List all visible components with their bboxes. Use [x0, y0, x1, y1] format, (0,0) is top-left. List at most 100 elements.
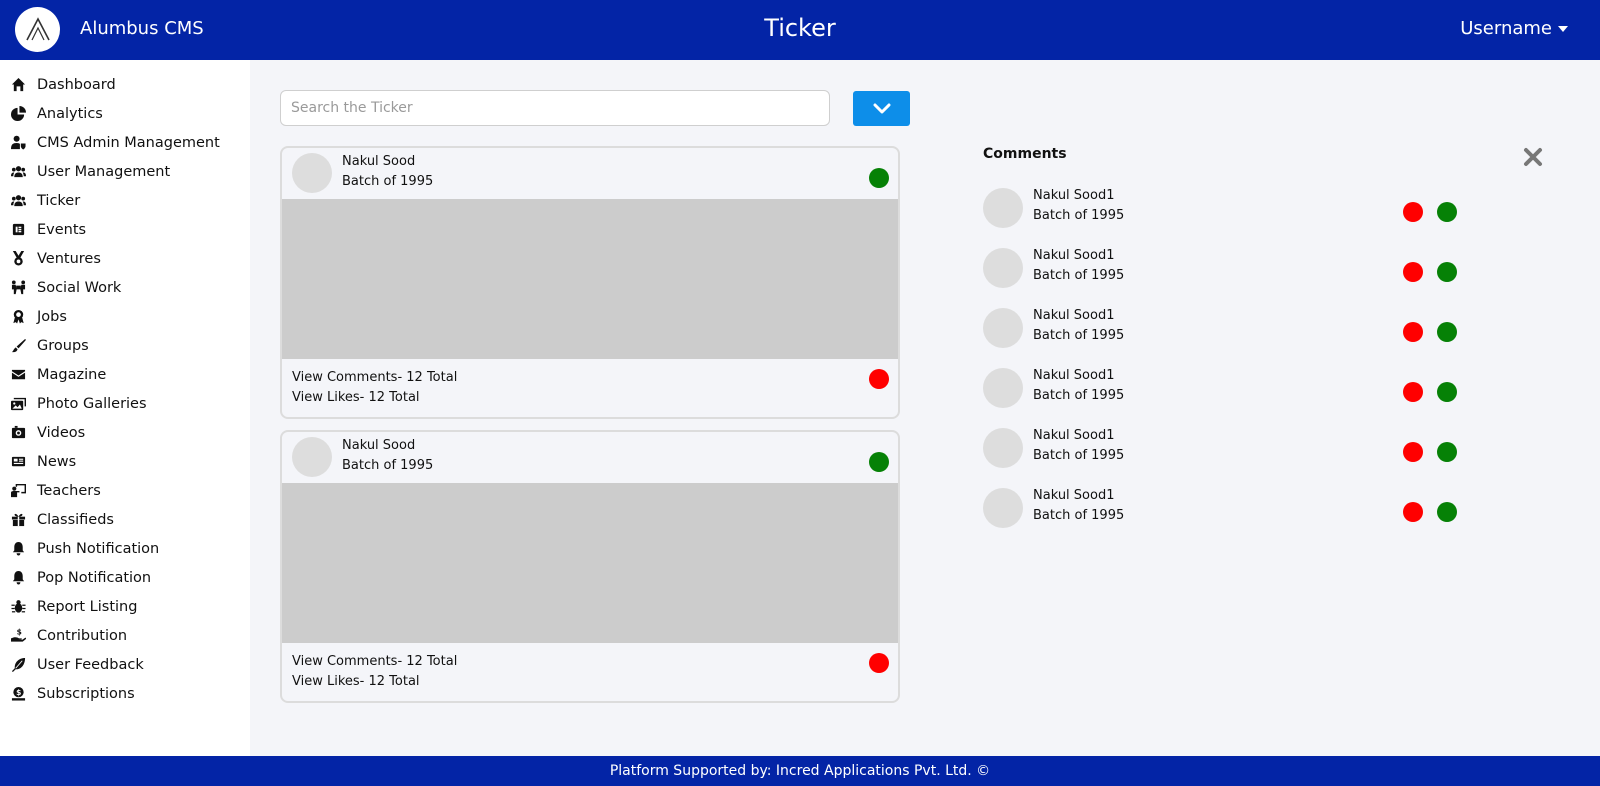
reject-comment-button[interactable]	[1403, 202, 1423, 222]
envelope-icon	[10, 366, 27, 383]
sidebar-item-jobs[interactable]: Jobs	[0, 302, 250, 331]
sidebar-item-label: Photo Galleries	[37, 395, 147, 412]
sidebar-item-events[interactable]: Events	[0, 215, 250, 244]
sidebar-item-analytics[interactable]: Analytics	[0, 99, 250, 128]
sidebar-item-pop-notification[interactable]: Pop Notification	[0, 563, 250, 592]
sidebar-item-subscriptions[interactable]: $ Subscriptions	[0, 679, 250, 708]
comments-panel-title: Comments	[983, 146, 1067, 162]
comment-item: Nakul Sood1 Batch of 1995	[983, 308, 1463, 352]
approve-comment-button[interactable]	[1437, 262, 1457, 282]
users-icon	[10, 192, 27, 209]
sidebar-item-magazine[interactable]: Magazine	[0, 360, 250, 389]
feather-icon	[10, 656, 27, 673]
comment-author-name: Nakul Sood1	[1033, 308, 1115, 323]
sidebar-item-social-work[interactable]: Social Work	[0, 273, 250, 302]
reject-comment-button[interactable]	[1403, 382, 1423, 402]
award-icon	[10, 308, 27, 325]
bell-icon	[10, 540, 27, 557]
close-icon	[1524, 148, 1542, 166]
avatar	[292, 437, 332, 477]
sidebar-item-videos[interactable]: Videos	[0, 418, 250, 447]
footer-text: Platform Supported by: Incred Applicatio…	[609, 763, 991, 779]
calendar-icon	[10, 221, 27, 238]
sidebar-item-ticker[interactable]: Ticker	[0, 186, 250, 215]
comment-author-batch: Batch of 1995	[1033, 448, 1125, 463]
search-input[interactable]	[280, 90, 830, 126]
approve-comment-button[interactable]	[1437, 442, 1457, 462]
approve-comment-button[interactable]	[1437, 202, 1457, 222]
comment-author-batch: Batch of 1995	[1033, 268, 1125, 283]
sidebar-item-contribution[interactable]: $ Contribution	[0, 621, 250, 650]
view-likes-link[interactable]: View Likes- 12 Total	[292, 390, 420, 405]
hand-holding-usd-icon: $	[10, 627, 27, 644]
svg-text:$: $	[16, 688, 21, 697]
pie-chart-icon	[10, 105, 27, 122]
users-icon	[10, 163, 27, 180]
logo-mark-icon	[25, 16, 50, 40]
avatar	[983, 428, 1023, 468]
sidebar-item-dashboard[interactable]: Dashboard	[0, 70, 250, 99]
sidebar-item-label: Teachers	[37, 482, 101, 499]
approve-comment-button[interactable]	[1437, 502, 1457, 522]
comment-author-name: Nakul Sood1	[1033, 488, 1115, 503]
user-menu[interactable]: Username	[1460, 18, 1568, 39]
sidebar-item-label: Report Listing	[37, 598, 138, 615]
sidebar-item-label: Ticker	[37, 192, 81, 209]
sidebar-item-report-listing[interactable]: Report Listing	[0, 592, 250, 621]
approve-comment-button[interactable]	[1437, 322, 1457, 342]
sidebar-item-user-management[interactable]: User Management	[0, 157, 250, 186]
post-author-name: Nakul Sood	[342, 154, 416, 169]
post-header: Nakul Sood Batch of 1995	[282, 148, 898, 199]
people-carry-icon	[10, 279, 27, 296]
comment-author-name: Nakul Sood1	[1033, 188, 1115, 203]
post-image-placeholder	[282, 483, 898, 643]
sidebar-item-teachers[interactable]: Teachers	[0, 476, 250, 505]
post-author-batch: Batch of 1995	[342, 174, 434, 189]
sidebar-item-push-notification[interactable]: Push Notification	[0, 534, 250, 563]
approve-comment-button[interactable]	[1437, 382, 1457, 402]
ticker-post-card: Nakul Sood Batch of 1995 View Comments- …	[280, 146, 900, 419]
sidebar-item-photo-galleries[interactable]: Photo Galleries	[0, 389, 250, 418]
approve-post-button[interactable]	[869, 452, 889, 472]
sidebar-item-label: Ventures	[37, 250, 101, 267]
alumbus-logo[interactable]	[15, 7, 60, 52]
gift-icon	[10, 511, 27, 528]
close-comments-button[interactable]	[1522, 146, 1544, 168]
view-comments-link[interactable]: View Comments- 12 Total	[292, 654, 457, 669]
sidebar-item-user-feedback[interactable]: User Feedback	[0, 650, 250, 679]
sidebar-item-label: Classifieds	[37, 511, 114, 528]
post-image-placeholder	[282, 199, 898, 359]
post-footer: View Comments- 12 Total View Likes- 12 T…	[282, 359, 898, 417]
sidebar-item-label: Analytics	[37, 105, 103, 122]
sidebar-item-ventures[interactable]: Ventures	[0, 244, 250, 273]
comment-item: Nakul Sood1 Batch of 1995	[983, 488, 1463, 532]
comment-author-batch: Batch of 1995	[1033, 508, 1125, 523]
comment-author-name: Nakul Sood1	[1033, 368, 1115, 383]
reject-comment-button[interactable]	[1403, 262, 1423, 282]
reject-post-button[interactable]	[869, 653, 889, 673]
top-header: Alumbus CMS Ticker Username	[0, 0, 1600, 60]
sidebar-item-label: Push Notification	[37, 540, 160, 557]
chevron-down-icon	[873, 103, 890, 113]
avatar	[292, 153, 332, 193]
sidebar-item-label: Groups	[37, 337, 89, 354]
sidebar-item-label: User Management	[37, 163, 171, 180]
sidebar-item-classifieds[interactable]: Classifieds	[0, 505, 250, 534]
reject-comment-button[interactable]	[1403, 322, 1423, 342]
sidebar-item-news[interactable]: News	[0, 447, 250, 476]
svg-text:$: $	[17, 628, 22, 637]
approve-post-button[interactable]	[869, 168, 889, 188]
comment-item: Nakul Sood1 Batch of 1995	[983, 428, 1463, 472]
sidebar-item-label: Dashboard	[37, 76, 116, 93]
sidebar-item-cms-admin-management[interactable]: CMS Admin Management	[0, 128, 250, 157]
filter-dropdown-button[interactable]	[853, 91, 910, 126]
reject-post-button[interactable]	[869, 369, 889, 389]
sidebar-item-label: Jobs	[37, 308, 67, 325]
view-likes-link[interactable]: View Likes- 12 Total	[292, 674, 420, 689]
post-author-batch: Batch of 1995	[342, 458, 434, 473]
sidebar-item-groups[interactable]: Groups	[0, 331, 250, 360]
reject-comment-button[interactable]	[1403, 502, 1423, 522]
reject-comment-button[interactable]	[1403, 442, 1423, 462]
view-comments-link[interactable]: View Comments- 12 Total	[292, 370, 457, 385]
bug-icon	[10, 598, 27, 615]
